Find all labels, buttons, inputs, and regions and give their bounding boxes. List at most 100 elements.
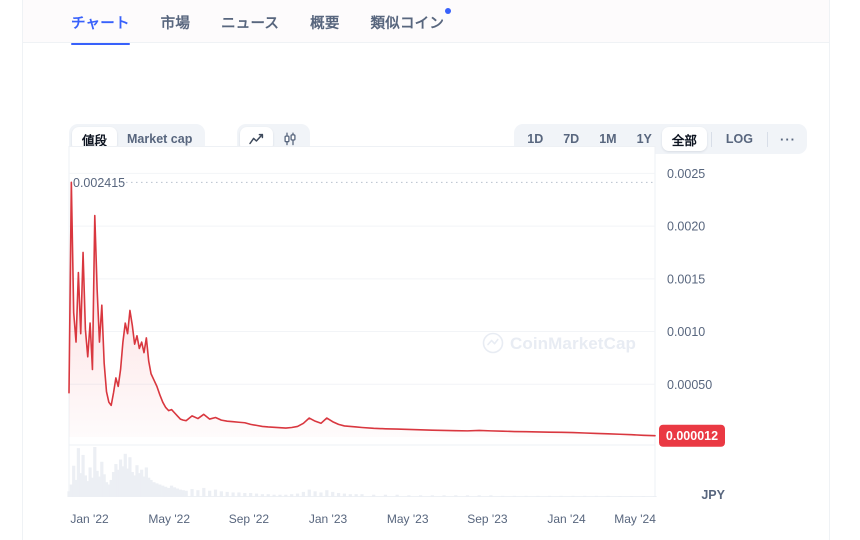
volume-bar bbox=[237, 492, 241, 497]
volume-bar bbox=[175, 488, 180, 497]
x-axis-label-7: May '24 bbox=[614, 512, 656, 526]
tab-markets[interactable]: 市場 bbox=[161, 0, 190, 44]
volume-bar bbox=[372, 494, 376, 497]
volume-bar bbox=[454, 495, 458, 497]
volume-bar bbox=[348, 494, 352, 497]
volume-bar bbox=[190, 489, 194, 497]
tab-markets-label: 市場 bbox=[160, 16, 191, 32]
chart-plot-frame bbox=[68, 146, 656, 497]
volume-bar bbox=[155, 483, 159, 497]
volume-bar bbox=[278, 494, 282, 497]
volume-bar bbox=[272, 494, 276, 497]
volume-bar bbox=[583, 495, 587, 497]
y-axis-label-2: 0.0015 bbox=[667, 272, 705, 286]
volume-bar bbox=[169, 485, 174, 497]
volume-bar bbox=[331, 491, 335, 497]
volume-bar bbox=[641, 496, 645, 497]
volume-bar bbox=[231, 492, 235, 497]
volume-bar bbox=[213, 489, 218, 497]
chart-toolbar: 値段 Market cap 1D 7D 1M 1Y 全部 LOG ··· bbox=[23, 43, 829, 154]
volume-bar bbox=[243, 493, 247, 497]
volume-bar bbox=[477, 495, 481, 497]
volume-bar bbox=[606, 495, 610, 497]
volume-bar bbox=[219, 491, 223, 497]
volume-bar bbox=[225, 491, 229, 497]
tab-about[interactable]: 概要 bbox=[310, 0, 339, 44]
x-axis-label-1: May '22 bbox=[148, 512, 190, 526]
volume-bar bbox=[295, 493, 300, 497]
volume-bar bbox=[184, 490, 188, 497]
volume-bar bbox=[149, 479, 153, 497]
volume-bar bbox=[161, 485, 165, 497]
volume-bar bbox=[442, 495, 446, 497]
volume-bar bbox=[254, 493, 259, 497]
tab-chart[interactable]: チャート bbox=[71, 0, 130, 45]
volume-bar bbox=[307, 489, 311, 497]
price-chart-svg[interactable]: 0.002415 0.00050 0.0010 0.0015 0.0020 0.0025 0… bbox=[23, 105, 829, 540]
volume-bar bbox=[383, 494, 388, 497]
x-axis-label-4: May '23 bbox=[387, 512, 429, 526]
y-axis-label-1: 0.0010 bbox=[667, 325, 705, 339]
tab-similar-coins[interactable]: 類似コイン bbox=[370, 0, 452, 44]
volume-bar bbox=[172, 487, 177, 497]
volume-bar bbox=[465, 495, 470, 497]
volume-bar bbox=[202, 487, 206, 497]
x-axis-label-5: Sep '23 bbox=[467, 512, 508, 526]
x-axis-label-0: Jan '22 bbox=[70, 512, 109, 526]
volume-bar bbox=[167, 487, 171, 497]
volume-bar bbox=[319, 492, 323, 497]
chart-page: チャート 市場 ニュース 概要 類似コイン 値段 Market cap 1D 7… bbox=[0, 0, 860, 540]
tab-news-label: ニュース bbox=[221, 16, 280, 32]
volume-bar bbox=[489, 495, 493, 497]
volume-bar bbox=[395, 494, 399, 497]
x-axis-label-3: Jan '23 bbox=[309, 512, 348, 526]
volume-bar bbox=[181, 490, 185, 497]
volume-bar bbox=[360, 494, 364, 497]
volume-bar bbox=[260, 494, 264, 497]
ath-price-label: 0.002415 bbox=[73, 176, 125, 190]
volume-bar bbox=[430, 495, 434, 497]
volume-bar bbox=[407, 495, 411, 497]
tab-bar: チャート 市場 ニュース 概要 類似コイン bbox=[23, 0, 829, 45]
volume-bar bbox=[325, 490, 329, 497]
volume-bar bbox=[571, 495, 575, 497]
current-price-label: 0.000012 bbox=[666, 429, 718, 443]
volume-bar bbox=[178, 489, 182, 497]
tab-chart-label: チャート bbox=[71, 16, 130, 32]
x-axis-label-2: Sep '22 bbox=[229, 512, 270, 526]
volume-bar bbox=[354, 494, 358, 497]
volume-bar bbox=[512, 495, 516, 497]
volume-bar bbox=[266, 494, 270, 497]
volume-bar bbox=[559, 495, 563, 497]
tab-similar-coins-label: 類似コイン bbox=[370, 16, 445, 32]
x-axis-label-6: Jan '24 bbox=[547, 512, 586, 526]
price-chart[interactable]: 0.002415 0.00050 0.0010 0.0015 0.0020 0.0025 0… bbox=[23, 105, 829, 540]
tab-news[interactable]: ニュース bbox=[221, 0, 279, 44]
volume-bar bbox=[653, 496, 657, 497]
volume-bar bbox=[536, 495, 540, 497]
coin-detail-card: チャート 市場 ニュース 概要 類似コイン 値段 Market cap 1D 7… bbox=[22, 0, 830, 540]
volume-bar bbox=[618, 496, 622, 497]
volume-bar bbox=[208, 490, 212, 497]
y-axis-label-0: 0.00050 bbox=[667, 378, 712, 392]
new-badge-dot-icon bbox=[445, 8, 452, 14]
volume-bar bbox=[524, 495, 528, 497]
volume-bar bbox=[158, 484, 162, 497]
volume-bar bbox=[629, 496, 634, 497]
volume-bar bbox=[284, 494, 288, 497]
volume-bar bbox=[196, 490, 200, 497]
volume-bar bbox=[336, 493, 341, 497]
volume-bar bbox=[342, 493, 347, 497]
volume-bar bbox=[313, 491, 317, 497]
currency-label: JPY bbox=[701, 488, 725, 502]
y-axis-label-4: 0.0025 bbox=[667, 167, 705, 181]
volume-bar bbox=[290, 494, 294, 497]
volume-bar bbox=[501, 495, 505, 497]
tab-about-label: 概要 bbox=[310, 16, 340, 32]
volume-bar bbox=[301, 491, 305, 497]
volume-bar bbox=[547, 495, 552, 497]
volume-bar bbox=[594, 495, 598, 497]
volume-bar bbox=[419, 495, 423, 497]
coinmarketcap-watermark: CoinMarketCap bbox=[510, 334, 636, 353]
volume-bar bbox=[164, 486, 168, 497]
